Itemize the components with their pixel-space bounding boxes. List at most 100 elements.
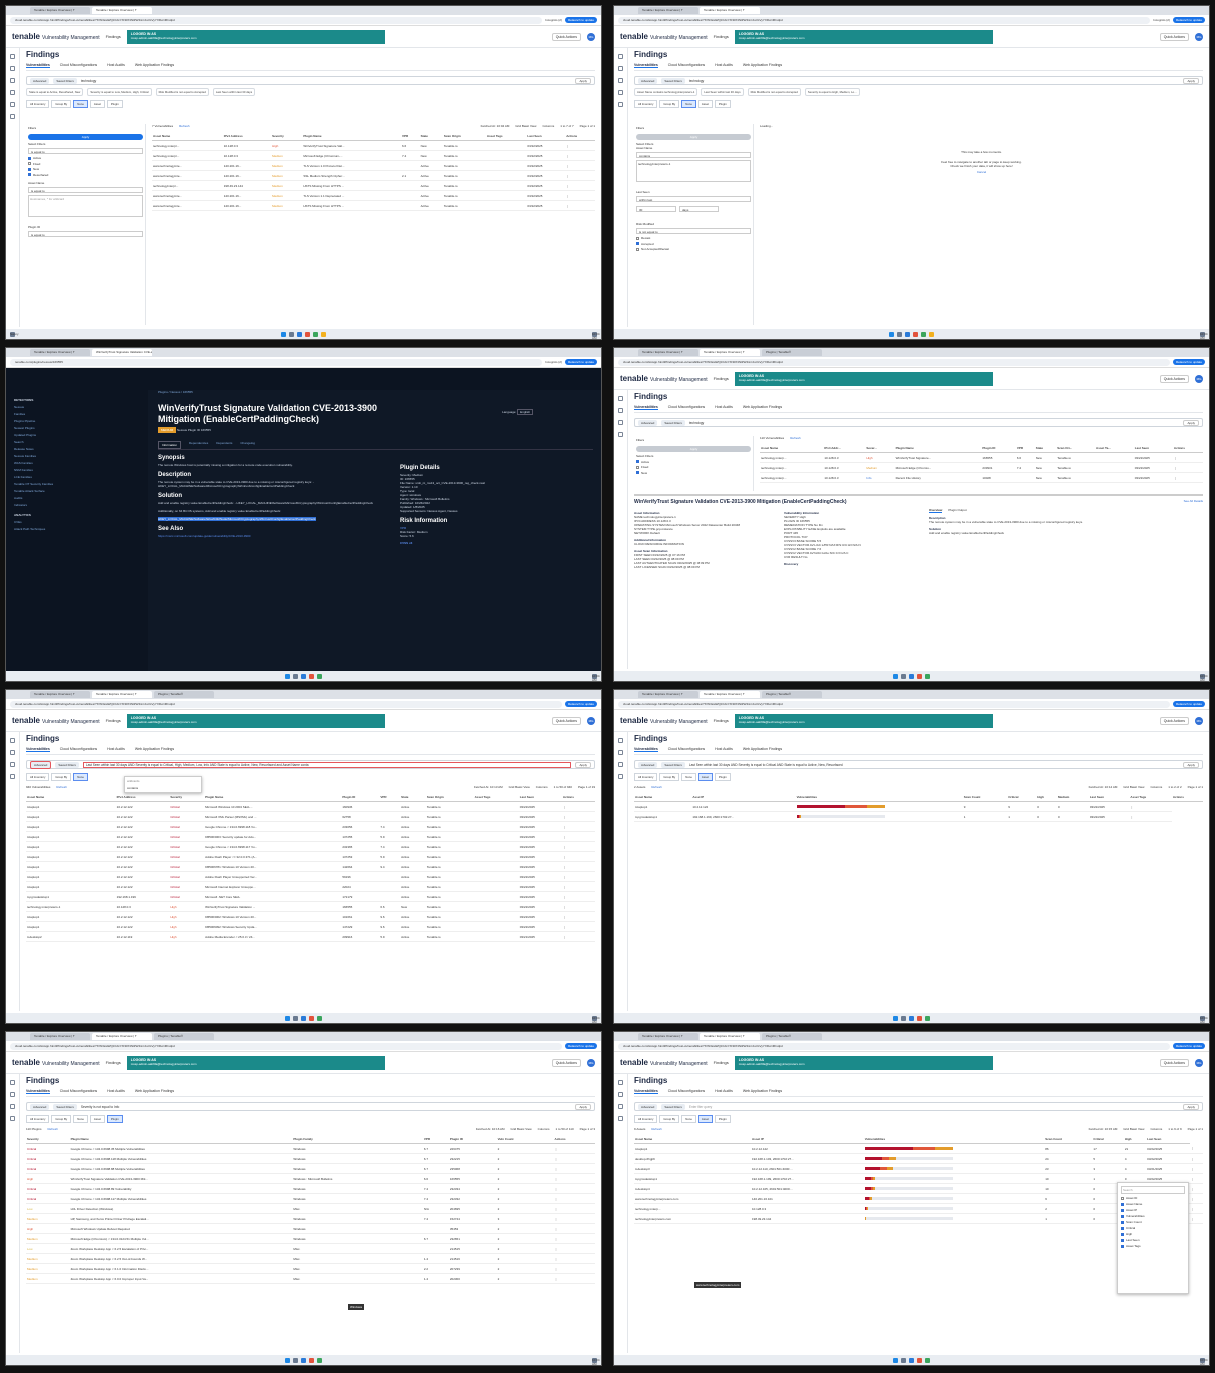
tab-cloud[interactable]: Cloud Misconfigurations xyxy=(60,747,97,752)
browser-tab[interactable]: Tenable / Explore Overview | T xyxy=(30,691,90,698)
row-actions-icon[interactable]: ⋮ xyxy=(561,911,595,922)
browser-tab[interactable]: Tenable / Explore Overview | T xyxy=(638,1033,698,1040)
browser-tab-active[interactable]: Tenable / Explore Overview | T xyxy=(92,7,152,14)
table-row[interactable]: www.technologyinte... 140.201.16... Medium… xyxy=(152,160,595,171)
edge-icon[interactable] xyxy=(909,1357,914,1363)
column-header[interactable]: Actions xyxy=(1171,793,1203,802)
start-icon[interactable] xyxy=(889,331,894,337)
row-actions-icon[interactable]: ⋮ xyxy=(565,200,595,211)
filter-chip[interactable]: Risk Modified is not equal to Accepted xyxy=(747,88,801,96)
filter-apply-button[interactable]: Apply xyxy=(28,134,143,140)
edge-icon[interactable] xyxy=(909,1015,914,1021)
grid-view-select[interactable]: Grid Basic View xyxy=(509,785,530,789)
column-header[interactable]: Vulnerabilities xyxy=(863,1135,1045,1144)
breadcrumb[interactable]: Plugins / Nessus / 166555 xyxy=(158,390,593,394)
tab-host-audits[interactable]: Host Audits xyxy=(715,405,733,410)
row-actions-icon[interactable]: ⋮ xyxy=(553,1273,595,1284)
grid-view-select[interactable]: Grid Basic View xyxy=(515,124,536,128)
column-header[interactable]: Plugin ID xyxy=(448,1135,497,1144)
column-header[interactable]: High xyxy=(1036,793,1057,802)
column-header[interactable]: Last Seen xyxy=(1146,1135,1191,1144)
tab-web-app[interactable]: Web Application Findings xyxy=(743,405,782,410)
relaunch-button[interactable]: Relaunch to update xyxy=(1172,701,1205,707)
select-filters-link[interactable]: Select Filters xyxy=(28,142,143,146)
row-actions-icon[interactable]: ⋮ xyxy=(565,150,595,161)
column-header[interactable]: State xyxy=(1034,444,1057,453)
tab-overview[interactable]: Overview xyxy=(929,508,943,513)
column-header[interactable]: High xyxy=(1123,1135,1147,1144)
asset-operator-select[interactable]: contains xyxy=(636,152,751,158)
start-icon[interactable] xyxy=(285,673,290,679)
state-active-checkbox[interactable]: Active xyxy=(636,460,751,464)
tab-cloud[interactable]: Cloud Misconfigurations xyxy=(668,1089,705,1094)
risk-accepted-checkbox[interactable]: Accepted xyxy=(636,242,751,246)
refresh-button[interactable]: Refresh xyxy=(179,124,190,128)
row-actions-icon[interactable]: ⋮ xyxy=(1190,1203,1203,1214)
browser-tab-active[interactable]: Tenable / Explore Overview | T xyxy=(92,691,152,698)
tab-cloud[interactable]: Cloud Misconfigurations xyxy=(668,63,705,68)
url-field[interactable]: tenable.com/plugins/nessus/166555 xyxy=(10,358,543,366)
view-plugin[interactable]: Plugin xyxy=(714,1115,731,1123)
last-seen-number[interactable]: 30 xyxy=(636,206,676,212)
table-row[interactable]: ti-laptop1 10.2.12.122 High KB5003002: Wind… xyxy=(26,911,595,922)
grid-view-select[interactable]: Grid Basic View xyxy=(1123,1127,1144,1131)
apply-button[interactable]: Apply xyxy=(575,761,591,768)
url-field[interactable]: cloud.tenable.com/tio/app.html#/findings… xyxy=(10,16,543,24)
url-field[interactable]: cloud.tenable.com/tio/app.html#/findings… xyxy=(10,700,562,708)
table-row[interactable]: ti-laptop1 10.2.12.122 Critical Google Chro… xyxy=(26,841,595,852)
view-group-by[interactable]: Group By xyxy=(659,773,680,781)
column-header[interactable]: VPR xyxy=(1015,444,1035,453)
view-all-inventory[interactable]: All Inventory xyxy=(634,1115,658,1123)
row-actions-icon[interactable]: ⋮ xyxy=(1172,452,1203,463)
grid-view-select[interactable]: Grid Basic View xyxy=(511,1127,532,1131)
tab-vulnerabilities[interactable]: Vulnerabilities xyxy=(634,747,658,752)
table-row[interactable]: ti-desktop3 10.2.12.110, 2601:501:4000:..… xyxy=(634,1163,1203,1174)
start-icon[interactable] xyxy=(893,1015,898,1021)
row-actions-icon[interactable]: ⋮ xyxy=(565,170,595,181)
start-icon[interactable] xyxy=(285,1357,290,1363)
assets-icon[interactable] xyxy=(10,1104,15,1109)
filter-chip[interactable]: Last Seen within last 30 days xyxy=(701,88,744,96)
tab-cloud[interactable]: Cloud Misconfigurations xyxy=(668,405,705,410)
columns-button[interactable]: Columns xyxy=(538,1127,550,1131)
column-toggle-checkbox[interactable]: High xyxy=(1121,1232,1185,1236)
scans-icon[interactable] xyxy=(10,1116,15,1121)
table-row[interactable]: Low Zoom Workplace Desktop App < 6.2.5 Es… xyxy=(26,1243,595,1254)
column-header[interactable]: IPv4 Address xyxy=(115,793,170,802)
row-actions-icon[interactable]: ⋮ xyxy=(1172,462,1203,473)
sidebar-item[interactable]: Attack Path Techniques xyxy=(14,527,140,531)
view-group-by[interactable]: Group By xyxy=(659,1115,680,1123)
scans-icon[interactable] xyxy=(618,774,623,779)
column-header[interactable]: Medium xyxy=(1056,793,1089,802)
table-row[interactable]: ti-laptop1 10.2.12.122 Critical Microsoft X… xyxy=(26,811,595,822)
relaunch-button[interactable]: Relaunch to update xyxy=(1172,1043,1205,1049)
advanced-toggle[interactable]: Advanced xyxy=(30,77,50,84)
url-field[interactable]: cloud.tenable.com/tio/app.html#/findings… xyxy=(618,700,1170,708)
search-icon[interactable] xyxy=(901,1015,906,1021)
column-header[interactable]: Plugin Name xyxy=(302,132,401,141)
assets-icon[interactable] xyxy=(10,78,15,83)
column-header[interactable]: State xyxy=(419,132,443,141)
relaunch-button[interactable]: Relaunch to update xyxy=(564,1043,597,1049)
table-row[interactable]: Critical Google Chrome < 134.0.6998.35 Mu… xyxy=(26,1143,595,1154)
findings-icon[interactable] xyxy=(618,750,623,755)
filter-chip[interactable]: Severity is equal to Low, Medium, High, … xyxy=(87,88,152,96)
row-actions-icon[interactable]: ⋮ xyxy=(1129,811,1172,822)
column-header[interactable]: Actions xyxy=(565,132,595,141)
tab-host-audits[interactable]: Host Audits xyxy=(107,63,125,68)
column-header[interactable]: Asset Tags xyxy=(473,793,519,802)
view-none[interactable]: None xyxy=(73,1115,88,1123)
view-none[interactable]: None xyxy=(681,100,696,108)
autocomplete-item[interactable]: wildcards xyxy=(127,779,199,783)
view-plugin[interactable]: Plugin xyxy=(714,100,731,108)
column-header[interactable]: Scan Count xyxy=(1044,1135,1093,1144)
last-seen-operator[interactable]: within last xyxy=(636,196,751,202)
apply-button[interactable]: Apply xyxy=(1183,77,1199,84)
column-header[interactable]: Vulnerabilities xyxy=(795,793,963,802)
column-header[interactable]: Plugin Name xyxy=(894,444,982,453)
avatar[interactable]: MG xyxy=(1195,1058,1203,1067)
cancel-link[interactable]: Cancel xyxy=(760,170,1203,174)
browser-tab[interactable]: Tenable / Explore Overview | T xyxy=(638,691,698,698)
table-row[interactable]: Medium Microsoft Edge (Chromium) < 134.0.… xyxy=(26,1233,595,1244)
url-field[interactable]: cloud.tenable.com/tio/app.html#/findings… xyxy=(618,358,1170,366)
